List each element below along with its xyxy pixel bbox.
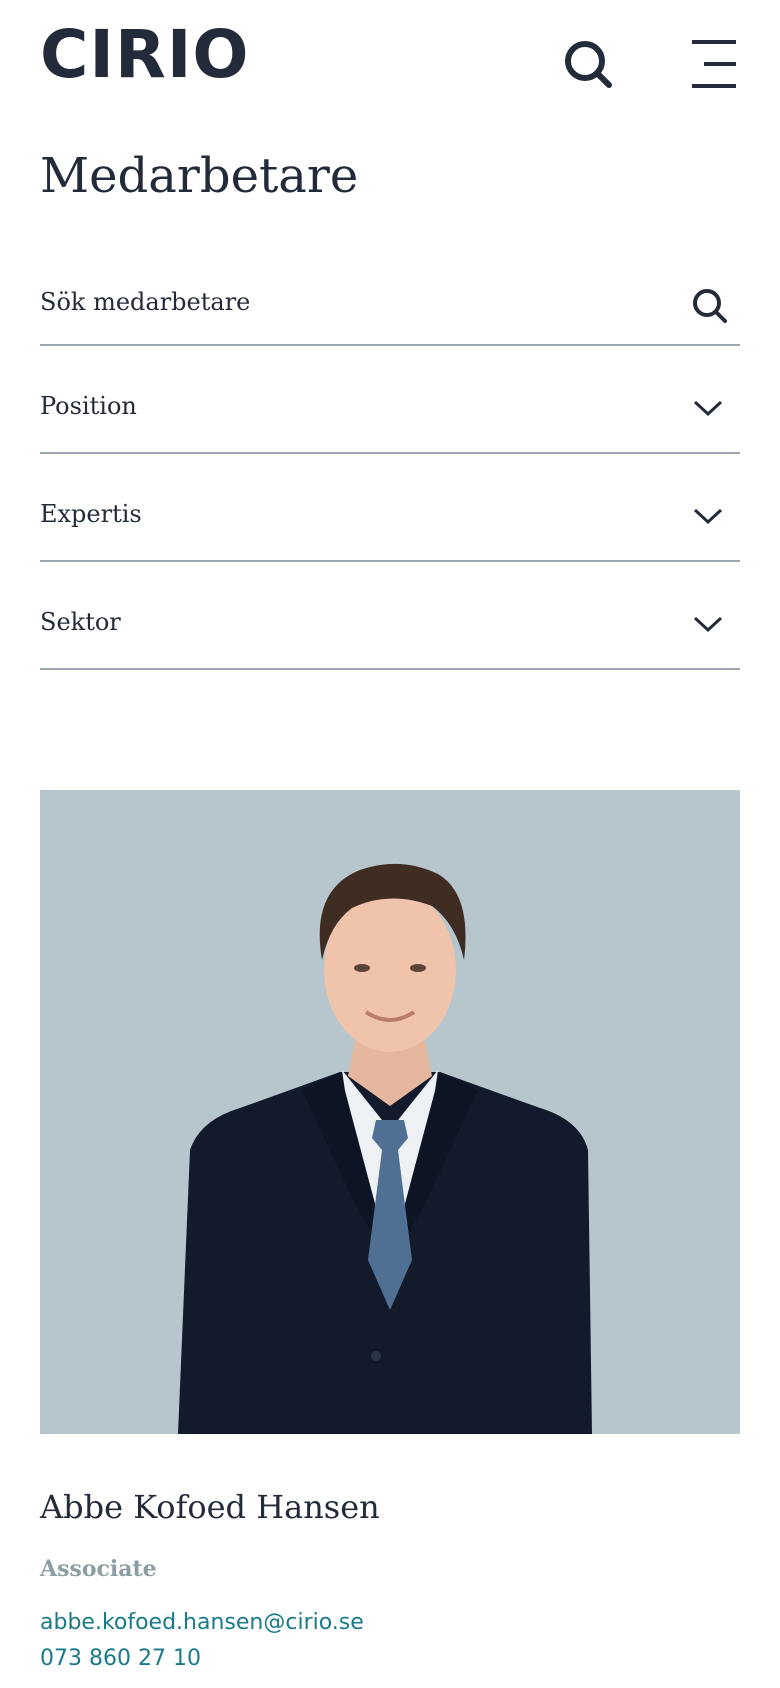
filter-sektor[interactable]: Sektor (40, 562, 740, 670)
page-title: Medarbetare (40, 148, 359, 204)
employee-filters: Position Expertis Sektor (40, 260, 740, 670)
employee-phone-link[interactable]: 073 860 27 10 (40, 1646, 201, 1671)
cirio-logo[interactable]: CIRIO (40, 22, 249, 88)
employee-role: Associate (40, 1556, 157, 1582)
chevron-down-icon (693, 400, 723, 417)
employee-search-submit[interactable] (690, 286, 730, 326)
filter-label: Expertis (40, 500, 142, 528)
chevron-down-icon (693, 616, 723, 633)
employee-card: Abbe Kofoed Hansen Associate abbe.kofoed… (40, 790, 740, 1671)
employee-portrait (178, 863, 592, 1434)
filter-label: Position (40, 392, 137, 420)
filter-expertis[interactable]: Expertis (40, 454, 740, 562)
chevron-down-icon (693, 508, 723, 525)
menu-icon (692, 40, 736, 88)
filter-position[interactable]: Position (40, 346, 740, 454)
employee-name[interactable]: Abbe Kofoed Hansen (40, 1488, 380, 1526)
employee-photo[interactable] (40, 790, 740, 1434)
employee-email-link[interactable]: abbe.kofoed.hansen@cirio.se (40, 1610, 364, 1635)
employee-search (40, 260, 740, 346)
site-header: CIRIO (0, 0, 780, 120)
filter-label: Sektor (40, 608, 121, 636)
search-icon (565, 41, 612, 88)
header-search-button[interactable] (560, 36, 616, 92)
search-icon (693, 289, 727, 323)
employee-search-input[interactable] (40, 282, 660, 322)
hamburger-menu-button[interactable] (684, 34, 740, 94)
